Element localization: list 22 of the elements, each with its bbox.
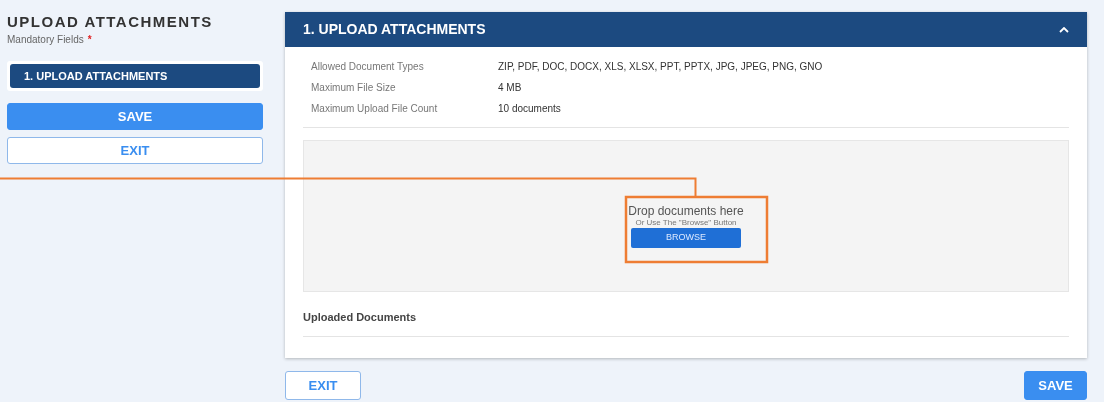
info-label: Allowed Document Types [310,60,425,74]
step-tab[interactable]: 1. UPLOAD ATTACHMENTS [10,64,260,88]
info-value: 4 MB [498,81,522,95]
required-mark: * [87,33,92,47]
save-button[interactable]: SAVE [7,103,263,130]
info-value: ZIP, PDF, DOC, DOCX, XLS, XLSX, PPT, PPTX, JPG, JPEG, PNG, GNO [498,60,823,74]
drop-title: Drop documents here [628,204,744,218]
info-value: 10 documents [498,102,561,116]
exit-button[interactable]: EXIT [285,371,361,400]
drop-hint: Or Use The "Browse" Button [635,218,737,227]
uploaded-heading: Uploaded Documents [303,309,1069,337]
chevron-up-icon[interactable] [1059,26,1069,33]
save-button[interactable]: SAVE [1024,371,1087,400]
info-label: Maximum File Size [310,81,397,95]
browse-button[interactable]: BROWSE [631,228,741,248]
mandatory-label: Mandatory Fields [7,33,84,47]
panel-title: 1. UPLOAD ATTACHMENTS [303,20,486,39]
page-title: UPLOAD ATTACHMENTS [7,14,214,30]
drop-zone[interactable]: Drop documents here Or Use The "Browse" Button BROWSE [303,140,1069,292]
panel-header[interactable]: 1. UPLOAD ATTACHMENTS [285,12,1087,47]
info-label: Maximum Upload File Count [310,102,439,116]
exit-button[interactable]: EXIT [7,137,263,164]
